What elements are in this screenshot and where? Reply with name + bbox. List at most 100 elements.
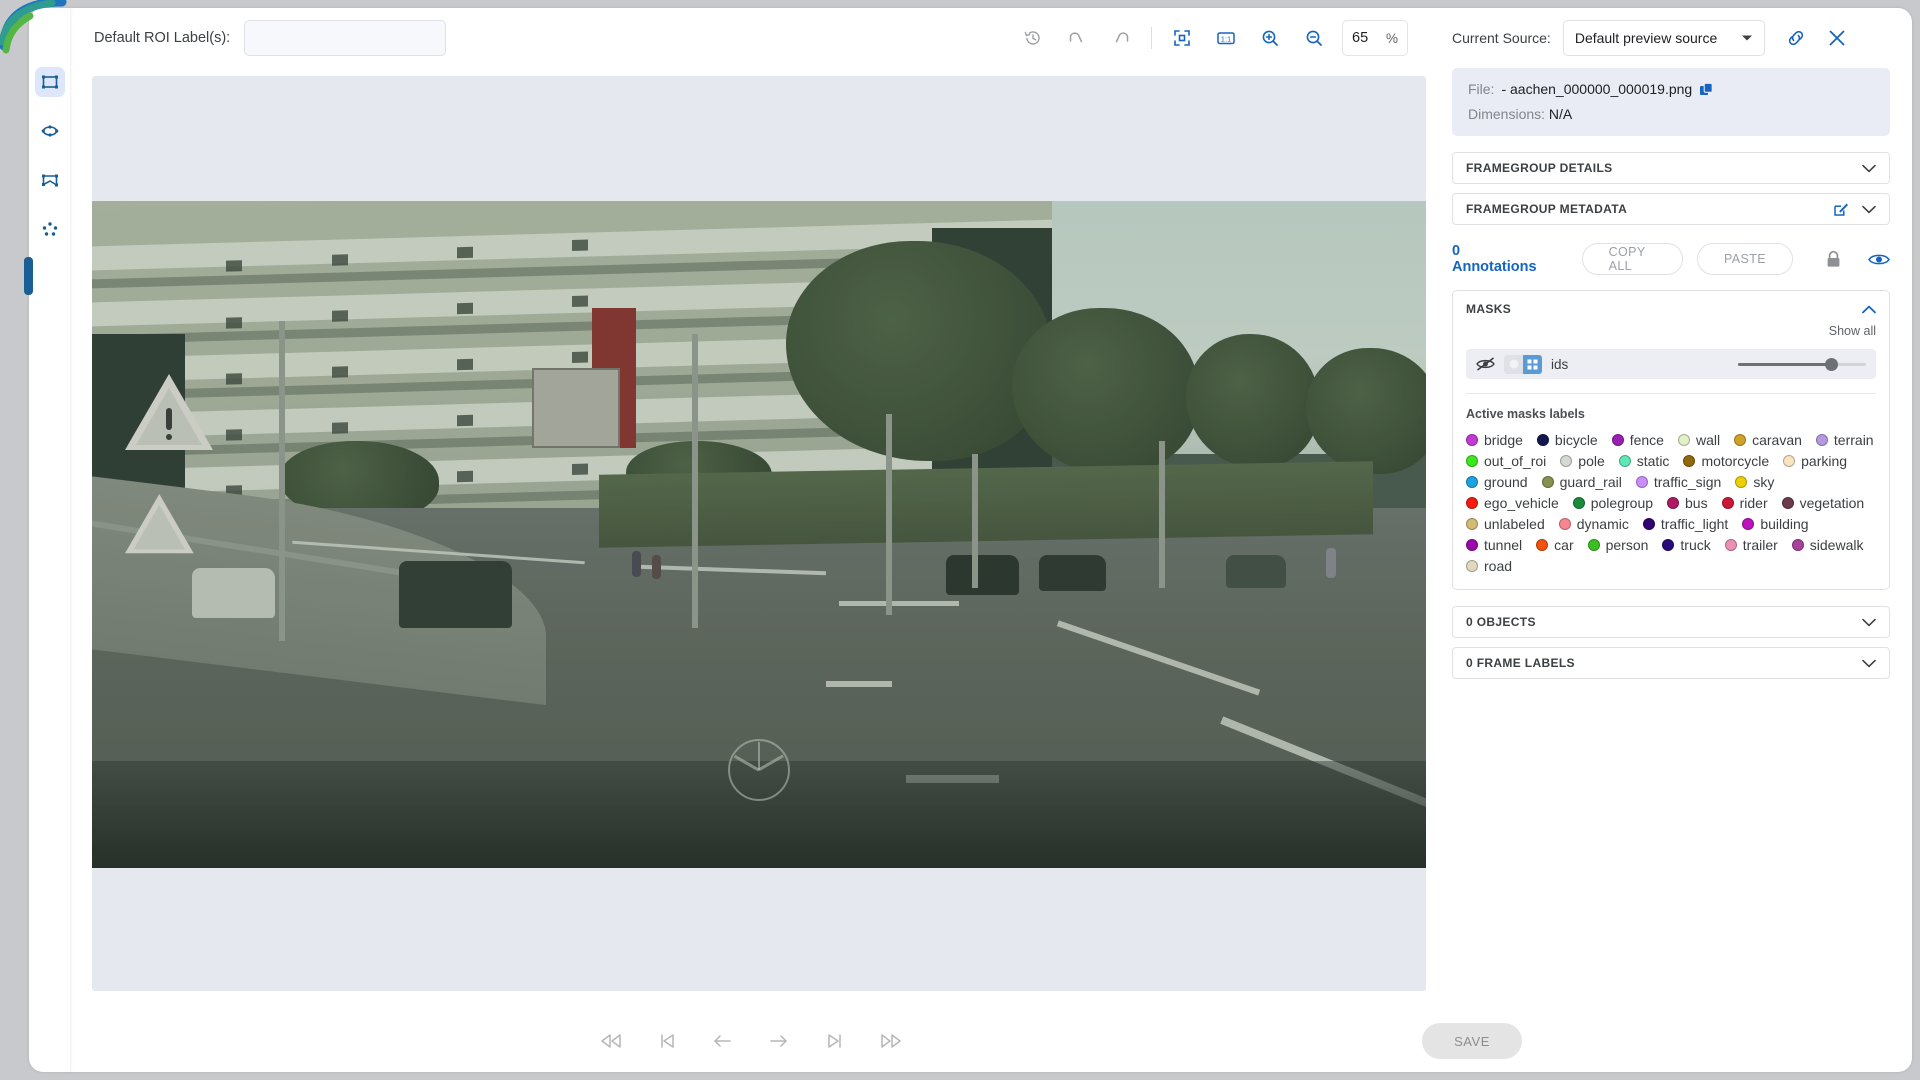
annotated-image[interactable]: [92, 201, 1426, 868]
keypoints-tool[interactable]: [35, 214, 65, 244]
next-frame-button[interactable]: [764, 1026, 794, 1056]
mask-label-chip[interactable]: ego_vehicle: [1466, 495, 1559, 511]
mask-label-chip[interactable]: parking: [1783, 453, 1847, 469]
scene-cyclist: [1325, 547, 1336, 578]
one-to-one-icon[interactable]: 1:1: [1208, 20, 1244, 56]
lock-icon[interactable]: [1825, 250, 1842, 269]
mask-label-name: wall: [1695, 432, 1721, 448]
app-window: Default ROI Label(s): 1:1 65 % SAVE Curr…: [0, 0, 1920, 1080]
objects-section[interactable]: 0 OBJECTS: [1452, 606, 1890, 638]
previous-frame-button[interactable]: [708, 1026, 738, 1056]
mask-label-chip[interactable]: pole: [1560, 453, 1605, 469]
forward-fast-button[interactable]: [876, 1026, 906, 1056]
mask-label-chip[interactable]: static: [1618, 453, 1669, 469]
slider-knob[interactable]: [1824, 357, 1838, 371]
zoom-in-icon[interactable]: [1252, 20, 1288, 56]
eye-off-icon[interactable]: [1476, 357, 1495, 371]
mask-label-chip[interactable]: fence: [1611, 432, 1664, 448]
mask-label-chip[interactable]: guard_rail: [1541, 474, 1622, 490]
mask-label-name: road: [1484, 558, 1513, 574]
mask-opacity-slider[interactable]: [1577, 357, 1866, 371]
mask-label-chip[interactable]: terrain: [1815, 432, 1874, 448]
copy-icon[interactable]: [1699, 82, 1714, 97]
masks-title: MASKS: [1466, 302, 1512, 316]
mask-label-chip[interactable]: road: [1466, 558, 1512, 574]
zoom-level-input[interactable]: 65 %: [1342, 20, 1408, 56]
masks-header[interactable]: MASKS: [1466, 302, 1876, 316]
chevron-down-icon: [1862, 659, 1876, 668]
bounding-box-tool[interactable]: [34, 67, 65, 97]
mask-display-mode-group[interactable]: [1504, 354, 1542, 374]
framegroup-details-section[interactable]: FRAMEGROUP DETAILS: [1452, 152, 1890, 184]
objects-title: 0 OBJECTS: [1466, 615, 1536, 629]
mask-label-chip[interactable]: car: [1536, 537, 1574, 553]
link-icon[interactable]: [1785, 27, 1807, 49]
mask-label-chip[interactable]: vegetation: [1781, 495, 1864, 511]
mask-label-chip[interactable]: motorcycle: [1683, 453, 1769, 469]
roi-label-caption: Default ROI Label(s):: [94, 30, 231, 46]
paste-button[interactable]: PASTE: [1696, 243, 1793, 275]
mask-label-chip[interactable]: dynamic: [1558, 516, 1629, 532]
mask-label-color-dot: [1677, 434, 1690, 446]
image-canvas[interactable]: [92, 76, 1426, 991]
mask-label-color-dot: [1466, 476, 1478, 488]
edit-icon[interactable]: [1833, 201, 1849, 217]
mask-label-chip[interactable]: bicycle: [1536, 432, 1598, 448]
mask-label-color-dot: [1466, 518, 1478, 530]
mask-label-chip[interactable]: bridge: [1466, 432, 1523, 448]
masks-card: MASKS Show all ids Active masks labels b…: [1452, 290, 1890, 590]
frame-labels-section[interactable]: 0 FRAME LABELS: [1452, 647, 1890, 679]
mask-label-name: ground: [1484, 474, 1528, 490]
mask-label-chip[interactable]: rider: [1721, 495, 1768, 511]
copy-all-button[interactable]: COPY ALL: [1581, 243, 1683, 275]
mask-label-chip[interactable]: wall: [1677, 432, 1721, 448]
undo-icon[interactable]: [1059, 20, 1095, 56]
mask-label-chip[interactable]: trailer: [1724, 537, 1778, 553]
mask-row-ids[interactable]: ids: [1466, 349, 1876, 379]
framegroup-metadata-section[interactable]: FRAMEGROUP METADATA: [1452, 193, 1890, 225]
source-select[interactable]: Default preview source: [1562, 20, 1765, 56]
chevron-up-icon[interactable]: [1862, 305, 1876, 314]
mask-label-name: truck: [1680, 537, 1711, 553]
framegroup-details-title: FRAMEGROUP DETAILS: [1466, 161, 1613, 175]
panel-collapse-handle[interactable]: [24, 257, 33, 295]
skip-to-start-button[interactable]: [652, 1026, 682, 1056]
close-icon[interactable]: [1827, 28, 1847, 48]
framegroup-metadata-title: FRAMEGROUP METADATA: [1466, 202, 1628, 216]
grid-icon[interactable]: [1523, 354, 1542, 374]
fit-to-screen-icon[interactable]: [1164, 20, 1200, 56]
eye-icon[interactable]: [1868, 252, 1890, 267]
mask-label-color-dot: [1560, 455, 1573, 467]
mask-label-chip[interactable]: ground: [1466, 474, 1528, 490]
mask-label-color-dot: [1466, 497, 1478, 509]
scene-person-b: [652, 554, 662, 579]
history-icon[interactable]: [1015, 20, 1051, 56]
mask-label-chip[interactable]: unlabeled: [1466, 516, 1545, 532]
mask-label-chip[interactable]: caravan: [1734, 432, 1802, 448]
mask-label-color-dot: [1618, 455, 1631, 467]
mask-label-chip[interactable]: polegroup: [1572, 495, 1653, 511]
active-masks-labels-list: bridge bicycle fence wall caravan terrain out_…: [1466, 432, 1876, 574]
polygon-tool[interactable]: [35, 165, 65, 195]
rewind-fast-button[interactable]: [596, 1026, 626, 1056]
slider-track[interactable]: [1738, 357, 1866, 371]
circle-icon[interactable]: [1504, 354, 1523, 374]
mask-label-chip[interactable]: out_of_roi: [1466, 453, 1546, 469]
mask-label-chip[interactable]: traffic_light: [1642, 516, 1728, 532]
mask-label-chip[interactable]: person: [1587, 537, 1648, 553]
ellipse-tool[interactable]: [35, 116, 65, 146]
mask-label-chip[interactable]: sky: [1735, 474, 1774, 490]
redo-icon[interactable]: [1103, 20, 1139, 56]
mask-label-chip[interactable]: building: [1742, 516, 1809, 532]
mask-label-chip[interactable]: bus: [1667, 495, 1708, 511]
show-all-link[interactable]: Show all: [1466, 324, 1876, 338]
roi-label-input[interactable]: [244, 20, 447, 56]
tool-rail: [24, 8, 70, 1072]
masks-divider: [1466, 393, 1876, 394]
mask-label-chip[interactable]: traffic_sign: [1635, 474, 1721, 490]
mask-label-chip[interactable]: tunnel: [1466, 537, 1522, 553]
zoom-out-icon[interactable]: [1296, 20, 1332, 56]
skip-to-end-button[interactable]: [820, 1026, 850, 1056]
mask-label-chip[interactable]: truck: [1662, 537, 1711, 553]
mask-label-chip[interactable]: sidewalk: [1791, 537, 1863, 553]
